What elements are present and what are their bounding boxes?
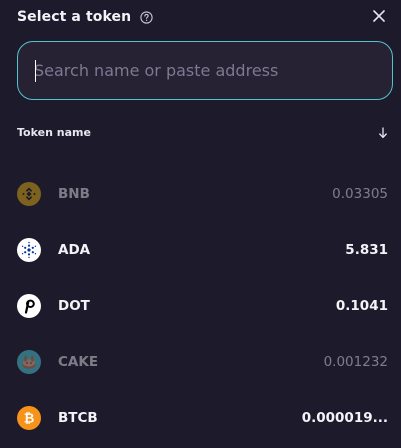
polkadot-logo-icon [17,294,41,318]
token-symbol: DOT [58,298,90,314]
token-symbol: ADA [58,242,91,258]
token-symbol: BTCB [58,410,98,426]
token-row-ada[interactable]: ADA 5.831 [17,237,388,263]
token-selector-panel: Select a token Token name [0,0,401,448]
bitcoin-logo-icon: ₿ [17,406,41,430]
modal-title: Select a token [17,9,132,25]
token-row-cake[interactable]: CAKE 0.001232 [17,349,388,375]
column-label-token-name: Token name [17,126,91,139]
arrow-down-icon[interactable] [378,126,388,139]
text-cursor [35,60,36,82]
close-button[interactable] [369,6,389,26]
token-symbol: CAKE [58,354,99,370]
svg-text:₿: ₿ [24,412,35,427]
token-balance: 0.1041 [335,298,388,314]
token-balance: 0.03305 [332,186,388,202]
token-row-dot[interactable]: DOT 0.1041 [17,293,388,319]
question-circle-icon[interactable] [140,10,153,24]
bnb-logo-icon [17,182,41,206]
token-symbol: BNB [58,186,90,202]
modal-header: Select a token [17,6,153,28]
token-list-header: Token name [17,126,388,139]
search-input[interactable] [34,61,374,80]
close-icon [373,10,385,22]
token-row-btcb[interactable]: ₿ BTCB 0.000019... [17,405,388,431]
token-balance: 5.831 [345,242,388,258]
token-row-bnb[interactable]: BNB 0.03305 [17,181,388,207]
pancakeswap-logo-icon [17,350,41,374]
cardano-logo-icon [17,238,41,262]
token-balance: 0.000019... [301,410,388,426]
token-balance: 0.001232 [323,354,388,370]
search-field[interactable] [17,41,393,100]
